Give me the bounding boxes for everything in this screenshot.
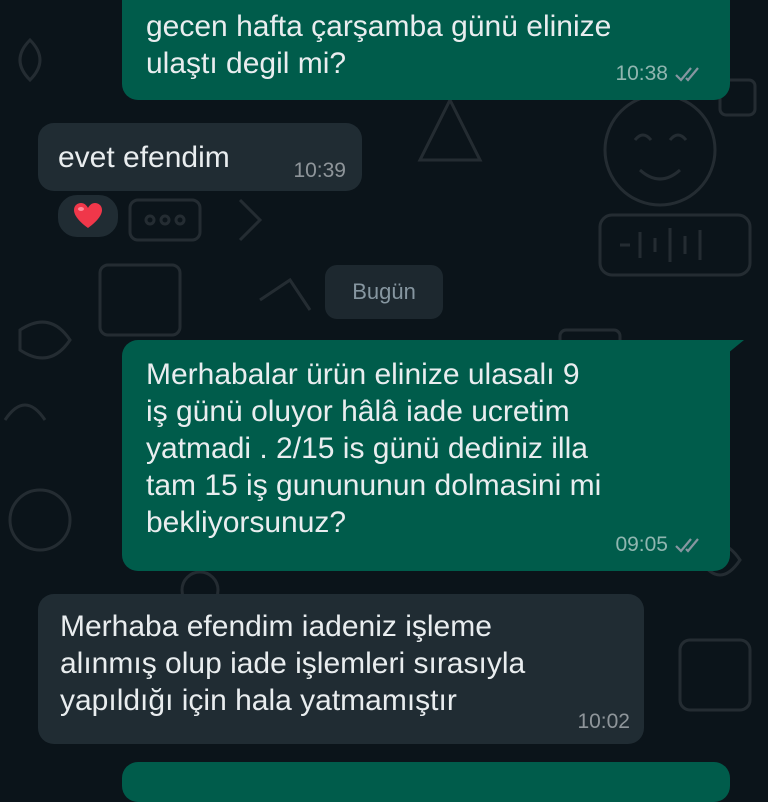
message-time: 10:39 — [293, 159, 346, 182]
bubble-tail — [722, 340, 744, 358]
incoming-message[interactable]: Merhaba efendim iadeniz işleme alınmış o… — [38, 594, 644, 744]
message-text: Merhaba efendim iadeniz işleme alınmış o… — [60, 610, 526, 717]
message-text: Merhabalar ürün elinize ulasalı 9 iş gün… — [146, 358, 602, 539]
reaction-badge[interactable] — [56, 193, 120, 239]
message-time: 09:05 — [615, 533, 668, 556]
incoming-message[interactable]: evet efendim 10:39 — [38, 123, 362, 191]
outgoing-message[interactable]: Merhabalar ürün elinize ulasalı 9 iş gün… — [122, 340, 730, 571]
message-time: 10:38 — [615, 62, 668, 85]
message-time: 10:02 — [577, 710, 630, 733]
heart-emoji-icon — [74, 203, 102, 228]
day-separator: Bugün — [325, 265, 443, 319]
double-check-icon — [675, 538, 699, 553]
outgoing-message[interactable]: gecen hafta çarşamba günü elinize ulaştı… — [122, 0, 730, 100]
outgoing-message-partial[interactable] — [122, 762, 730, 802]
double-check-icon — [675, 67, 699, 82]
